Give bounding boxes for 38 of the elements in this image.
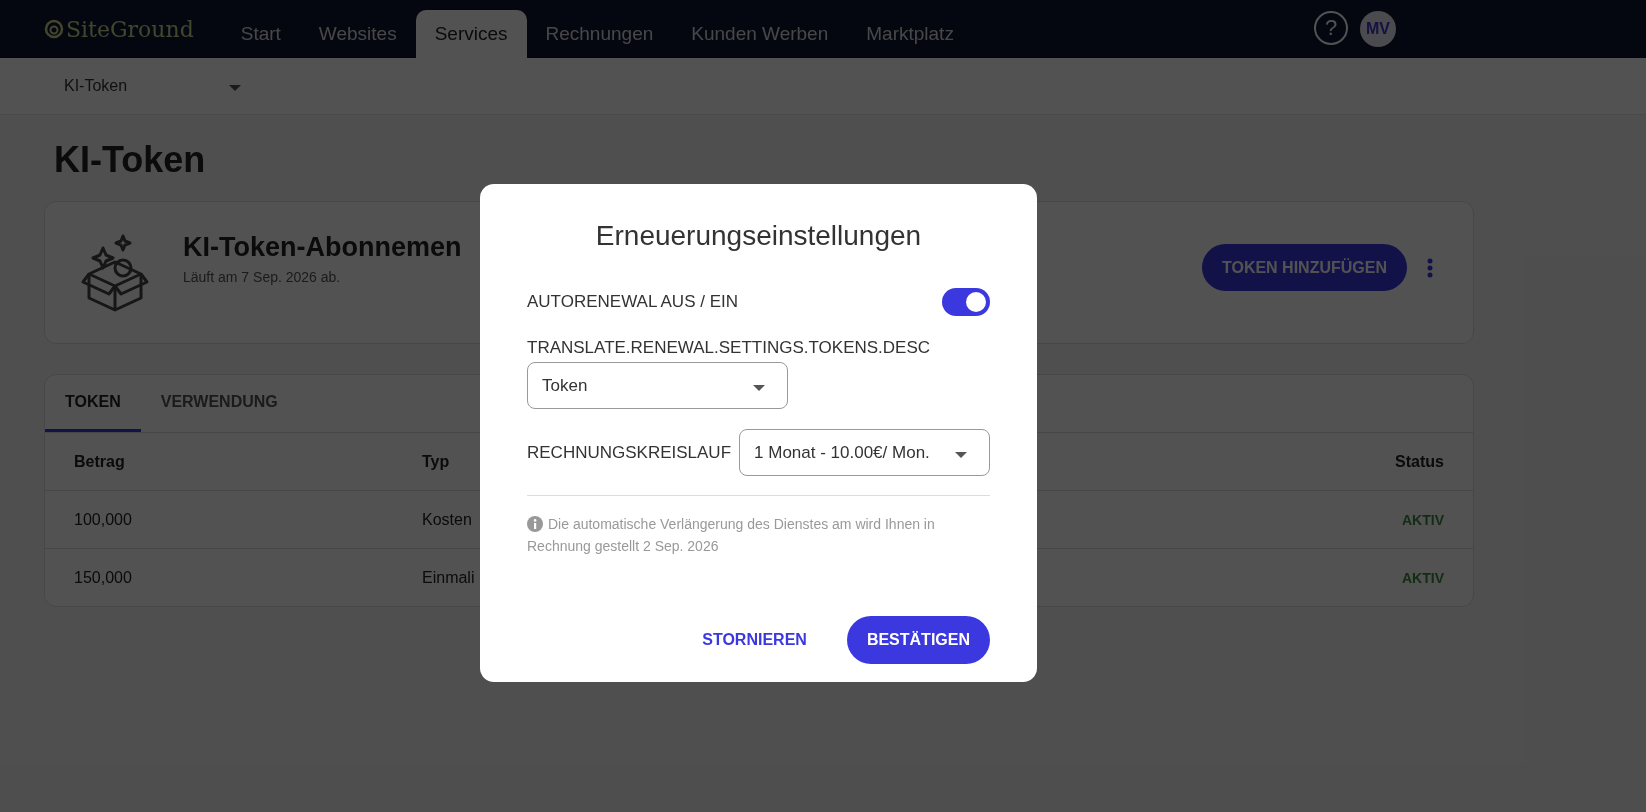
dialog-title: Erneuerungseinstellungen xyxy=(594,220,923,252)
status-label: AKTIV xyxy=(1402,569,1444,586)
confirm-button[interactable]: BESTÄTIGEN xyxy=(846,616,990,664)
caret-icon xyxy=(229,85,242,91)
subscription-title: KI-Token-Abonnemen xyxy=(183,232,462,263)
help-button[interactable]: ? xyxy=(1314,11,1348,45)
nav-tab[interactable]: Rechnungen xyxy=(526,10,673,58)
logo-swirl-icon xyxy=(44,19,64,39)
amount-cell: 150,000 xyxy=(74,568,132,587)
autorenewal-label: AUTORENEWAL AUS / EIN xyxy=(527,292,738,312)
billing-cycle-select[interactable]: 1 Monat - 10.00€/ Mon. xyxy=(739,429,990,476)
cancel-button[interactable]: STORNIEREN xyxy=(696,630,813,650)
renewal-info-text: Die automatische Verlängerung des Dienstes am wird Ihnen in Rechnung gestellt 2 Sep. 2026 xyxy=(527,515,936,556)
page-title: KI-Token xyxy=(54,139,207,181)
nav-tab[interactable]: Marktplatz xyxy=(847,10,973,58)
column-header: Status xyxy=(1395,452,1444,471)
caret-icon xyxy=(955,451,967,458)
table-tab[interactable]: TOKEN xyxy=(45,375,141,432)
status-label: AKTIV xyxy=(1402,511,1444,528)
token-select-label: TRANSLATE.RENEWAL.SETTINGS.TOKENS.DESC xyxy=(527,338,932,358)
add-token-button[interactable]: TOKEN HINZUFÜGEN xyxy=(1201,244,1407,291)
nav-tab[interactable]: Start xyxy=(221,10,300,58)
column-header: Betrag xyxy=(74,452,125,471)
type-cell: Kosten xyxy=(422,510,472,529)
nav-tab[interactable]: Services xyxy=(415,10,527,58)
user-avatar[interactable]: MV xyxy=(1360,11,1396,47)
info-icon xyxy=(527,516,543,532)
nav-tab[interactable]: Websites xyxy=(299,10,416,58)
service-dropdown[interactable]: KI-Token xyxy=(58,76,248,96)
billing-cycle-label: RECHNUNGSKREISLAUF xyxy=(527,442,732,463)
autorenewal-toggle[interactable] xyxy=(942,288,990,316)
amount-cell: 100,000 xyxy=(74,510,132,529)
gift-box-sparkles-icon xyxy=(79,233,151,312)
caret-icon xyxy=(753,384,765,391)
type-cell: Einmali xyxy=(422,568,475,587)
token-select[interactable]: Token xyxy=(527,362,788,409)
column-header: Typ xyxy=(422,452,450,471)
nav-tab[interactable]: Kunden Werben xyxy=(672,10,848,58)
